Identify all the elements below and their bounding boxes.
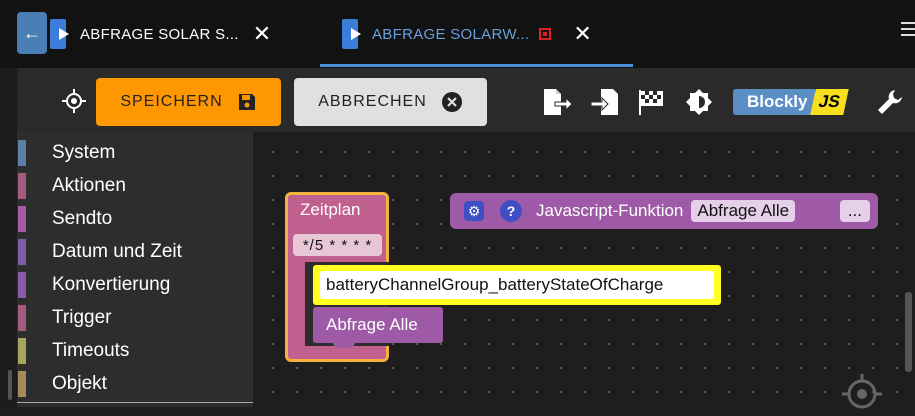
workspace-scrollbar[interactable] bbox=[905, 292, 912, 372]
checkered-flag-icon[interactable] bbox=[636, 87, 668, 117]
procedure-call-label: Abfrage Alle bbox=[326, 315, 418, 334]
close-icon[interactable]: ✕ bbox=[253, 23, 271, 45]
category-label: Sendto bbox=[52, 207, 113, 229]
script-file-icon bbox=[50, 19, 72, 49]
tab-script-1[interactable]: ABFRAGE SOLAR S... ✕ bbox=[50, 0, 308, 68]
save-button[interactable]: SPEICHERN bbox=[96, 78, 281, 126]
export-icon[interactable] bbox=[541, 87, 573, 117]
category-label: Timeouts bbox=[52, 339, 130, 361]
category-timeouts[interactable]: Timeouts bbox=[17, 334, 253, 367]
channel-name-field[interactable]: batteryChannelGroup_batteryStateOfCharge bbox=[320, 271, 714, 299]
cancel-button-label: ABBRECHEN bbox=[318, 93, 427, 110]
category-label: Datum und Zeit bbox=[52, 240, 182, 262]
active-tab-indicator bbox=[320, 64, 633, 67]
divider bbox=[17, 402, 253, 403]
wrench-icon[interactable] bbox=[874, 87, 906, 117]
javascript-function-block[interactable]: ⚙ ? Javascript-Funktion Abfrage Alle ... bbox=[450, 193, 878, 229]
menu-icon[interactable] bbox=[901, 22, 915, 40]
blockly-label: Blockly bbox=[733, 89, 816, 115]
js-function-label: Javascript-Funktion bbox=[536, 201, 684, 220]
tab-script-2[interactable]: ABFRAGE SOLARW... ✕ bbox=[320, 0, 633, 68]
close-circle-icon bbox=[441, 92, 462, 112]
blockly-js-toggle[interactable]: Blockly JS bbox=[733, 89, 850, 115]
category-color-swatch bbox=[18, 271, 26, 298]
block-category-sidebar: System Aktionen Sendto Datum und Zeit Konver… bbox=[17, 132, 253, 407]
left-edge-panel bbox=[0, 68, 17, 407]
category-datum-und-zeit[interactable]: Datum und Zeit bbox=[17, 235, 253, 268]
unsaved-indicator-icon bbox=[539, 28, 552, 40]
back-button[interactable]: ← bbox=[17, 12, 47, 54]
help-icon[interactable]: ? bbox=[500, 200, 522, 222]
block-connector bbox=[333, 340, 355, 348]
category-color-swatch bbox=[18, 337, 26, 364]
category-color-swatch bbox=[18, 205, 26, 232]
category-sendto[interactable]: Sendto bbox=[17, 202, 253, 235]
category-color-swatch bbox=[18, 304, 26, 331]
arrow-left-icon: ← bbox=[23, 22, 41, 43]
category-color-swatch bbox=[18, 139, 26, 166]
floppy-disk-icon bbox=[238, 94, 255, 110]
category-color-swatch bbox=[18, 370, 26, 397]
script-file-icon bbox=[342, 19, 364, 49]
tab-title: ABFRAGE SOLAR S... bbox=[80, 25, 239, 43]
crosshair-icon[interactable] bbox=[62, 89, 86, 113]
save-button-label: SPEICHERN bbox=[120, 93, 223, 110]
cancel-button[interactable]: ABBRECHEN bbox=[294, 78, 487, 126]
more-options-button[interactable]: ... bbox=[839, 200, 870, 222]
category-label: Objekt bbox=[52, 372, 107, 394]
category-aktionen[interactable]: Aktionen bbox=[17, 169, 253, 202]
theme-toggle-icon[interactable] bbox=[683, 87, 715, 117]
schedule-block-label: Zeitplan bbox=[300, 200, 361, 219]
js-label: JS bbox=[810, 89, 850, 115]
gear-icon[interactable]: ⚙ bbox=[464, 201, 484, 221]
category-konvertierung[interactable]: Konvertierung bbox=[17, 268, 253, 301]
category-label: System bbox=[52, 141, 116, 163]
category-label: Trigger bbox=[52, 306, 112, 328]
resize-handle[interactable] bbox=[8, 370, 12, 400]
procedure-call-block[interactable]: Abfrage Alle bbox=[313, 307, 443, 343]
category-label: Aktionen bbox=[52, 174, 126, 196]
import-icon[interactable] bbox=[590, 87, 622, 117]
function-name-field[interactable]: Abfrage Alle bbox=[691, 200, 796, 222]
category-color-swatch bbox=[18, 238, 26, 265]
category-trigger[interactable]: Trigger bbox=[17, 301, 253, 334]
tab-title: ABFRAGE SOLARW... bbox=[372, 25, 530, 43]
close-icon[interactable]: ✕ bbox=[573, 23, 591, 45]
category-system[interactable]: System bbox=[17, 136, 253, 169]
recenter-icon[interactable] bbox=[840, 372, 884, 416]
category-label: Konvertierung bbox=[52, 273, 171, 295]
cron-expression-field[interactable]: */5 * * * * bbox=[293, 234, 382, 256]
category-objekt[interactable]: Objekt bbox=[17, 367, 253, 400]
category-color-swatch bbox=[18, 172, 26, 199]
